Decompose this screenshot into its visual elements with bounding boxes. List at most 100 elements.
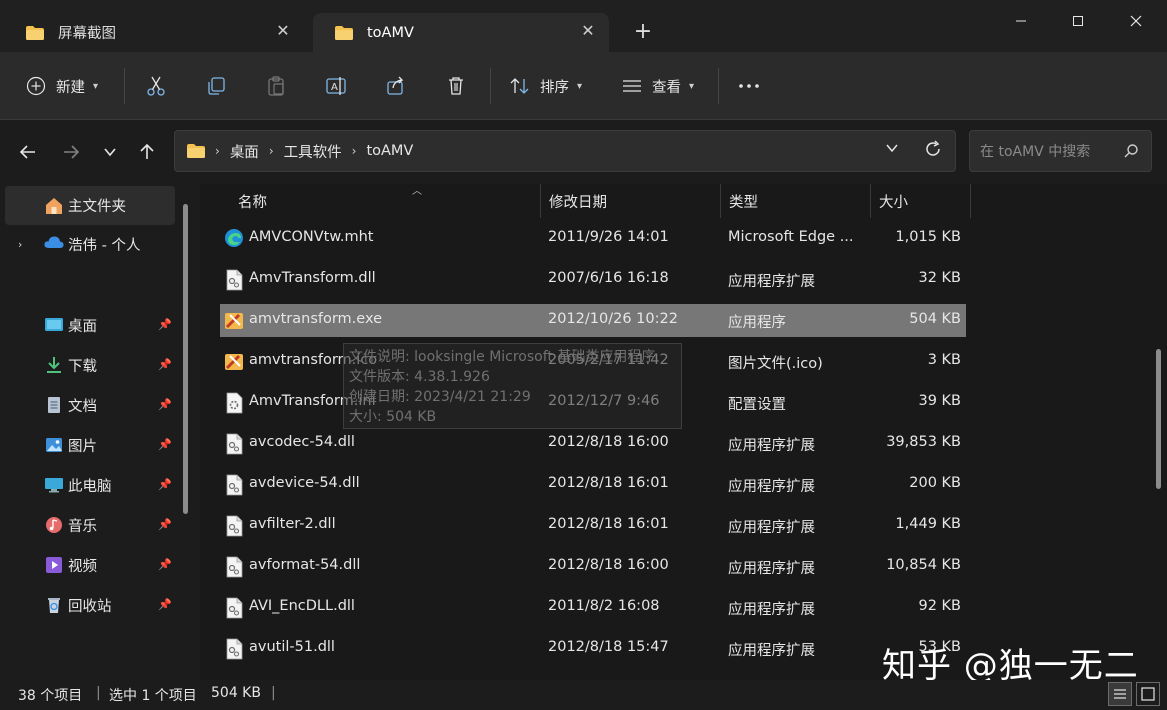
- copy-icon: [208, 77, 225, 95]
- view-button[interactable]: 查看 ▾: [621, 70, 694, 102]
- breadcrumb-desktop[interactable]: 桌面: [230, 141, 259, 162]
- svg-text:A: A: [331, 82, 338, 93]
- search-input[interactable]: 在 toAMV 中搜索: [969, 130, 1152, 172]
- chevron-right-icon[interactable]: ›: [18, 238, 22, 251]
- file-row[interactable]: AVI_EncDLL.dll 2011/8/2 16:08 应用程序扩展 92 KB: [220, 591, 966, 624]
- file-row[interactable]: AMVCONVtw.mht 2011/9/26 14:01 Microsoft Ed…: [220, 222, 966, 255]
- desktop-icon: [44, 316, 63, 334]
- sort-icon: [510, 78, 529, 94]
- file-name: AVI_EncDLL.dll: [249, 598, 355, 614]
- document-icon: [44, 396, 62, 414]
- minimize-button[interactable]: [998, 6, 1044, 36]
- more-options-button[interactable]: [738, 70, 760, 102]
- file-date: 2012/8/18 16:01: [548, 516, 669, 532]
- file-row[interactable]: avdevice-54.dll 2012/8/18 16:01 应用程序扩展 200 …: [220, 468, 966, 501]
- paste-button[interactable]: [265, 70, 287, 102]
- column-header-name[interactable]: ︿ 名称: [230, 184, 541, 218]
- breadcrumb-tools[interactable]: 工具软件: [284, 141, 342, 162]
- folder-icon: [187, 144, 205, 158]
- dll-icon: [224, 474, 244, 496]
- plus-circle-icon: [26, 76, 46, 96]
- chevron-down-icon: ▾: [689, 80, 695, 92]
- close-tab-icon[interactable]: ✕: [274, 22, 292, 40]
- file-row[interactable]: amvtransform.exe 2012/10/26 10:22 应用程序 504 …: [220, 304, 966, 337]
- maximize-button[interactable]: [1055, 6, 1101, 36]
- rename-button[interactable]: A: [325, 70, 347, 102]
- sidebar-item-music[interactable]: 音乐 📌: [14, 507, 176, 543]
- sidebar-item-documents[interactable]: 文档 📌: [14, 387, 176, 423]
- forward-button[interactable]: [57, 138, 85, 166]
- search-placeholder: 在 toAMV 中搜索: [980, 144, 1091, 160]
- breadcrumb-toamv[interactable]: toAMV: [366, 143, 413, 159]
- content-scrollbar[interactable]: [1156, 349, 1161, 489]
- dll-icon: [224, 638, 244, 660]
- copy-button[interactable]: [205, 70, 227, 102]
- new-button[interactable]: 新建 ▾: [26, 70, 98, 102]
- delete-button[interactable]: [445, 70, 467, 102]
- recent-locations-button[interactable]: [96, 138, 124, 166]
- sidebar-item-videos[interactable]: 视频 📌: [14, 547, 176, 583]
- selection-size: 504 KB: [211, 685, 261, 701]
- refresh-button[interactable]: [923, 139, 943, 163]
- column-header-type[interactable]: 类型: [721, 184, 871, 218]
- tab-toamv[interactable]: toAMV ✕: [313, 13, 609, 52]
- file-row[interactable]: avformat-54.dll 2012/8/18 16:00 应用程序扩展 10,8…: [220, 550, 966, 583]
- close-tab-icon[interactable]: ✕: [579, 22, 597, 40]
- dll-icon: [224, 269, 244, 291]
- file-type: 应用程序扩展: [728, 479, 815, 495]
- sidebar-item-label: 浩伟 - 个人: [68, 237, 141, 254]
- share-icon: [387, 76, 404, 95]
- tiles-view-button[interactable]: [1136, 682, 1160, 706]
- share-button[interactable]: [385, 70, 407, 102]
- up-button[interactable]: [133, 138, 161, 166]
- view-list-icon: [623, 80, 641, 92]
- pin-icon[interactable]: 📌: [158, 598, 172, 611]
- file-type: 应用程序扩展: [728, 643, 815, 659]
- file-row[interactable]: avfilter-2.dll 2012/8/18 16:01 应用程序扩展 1,449…: [220, 509, 966, 542]
- column-header-size[interactable]: 大小: [871, 184, 971, 218]
- maximize-icon: [1073, 16, 1083, 26]
- pin-icon[interactable]: 📌: [158, 518, 172, 531]
- new-tab-button[interactable]: +: [632, 20, 654, 44]
- toolbar-divider: [124, 68, 125, 104]
- sort-button[interactable]: 排序 ▾: [509, 70, 582, 102]
- file-size: 1,015 KB: [895, 229, 961, 245]
- sidebar-item-downloads[interactable]: 下载 📌: [14, 347, 176, 383]
- file-type: 应用程序扩展: [728, 602, 815, 618]
- pin-icon[interactable]: 📌: [158, 318, 172, 331]
- file-row[interactable]: avutil-51.dll 2012/8/18 15:47 应用程序扩展 53 KB: [220, 632, 966, 665]
- cut-button[interactable]: [145, 70, 167, 102]
- pin-icon[interactable]: 📌: [158, 358, 172, 371]
- pin-icon[interactable]: 📌: [158, 398, 172, 411]
- tab-label: 屏幕截图: [58, 26, 116, 42]
- column-header-date[interactable]: 修改日期: [541, 184, 721, 218]
- sort-label: 排序: [540, 79, 569, 96]
- close-window-button[interactable]: [1113, 6, 1159, 36]
- back-button[interactable]: [14, 138, 42, 166]
- sidebar-item-home[interactable]: 主文件夹: [5, 186, 175, 225]
- details-view-button[interactable]: [1108, 682, 1132, 706]
- tab-screenshots[interactable]: 屏幕截图 ✕: [4, 13, 304, 52]
- sidebar-item-this-pc[interactable]: 此电脑 📌: [14, 467, 176, 503]
- address-history-button[interactable]: [885, 141, 899, 159]
- file-type: 配置设置: [728, 397, 786, 413]
- sidebar-item-pictures[interactable]: 图片 📌: [14, 427, 176, 463]
- file-row[interactable]: avcodec-54.dll 2012/8/18 16:00 应用程序扩展 39,85…: [220, 427, 966, 460]
- file-size: 32 KB: [918, 270, 961, 286]
- sidebar-item-onedrive[interactable]: › 浩伟 - 个人: [14, 226, 176, 262]
- pin-icon[interactable]: 📌: [158, 558, 172, 571]
- address-bar[interactable]: › 桌面 › 工具软件 › toAMV: [174, 130, 956, 172]
- details-view-icon: [1114, 689, 1126, 699]
- item-count: 38 个项目: [18, 688, 83, 704]
- sidebar-item-recycle-bin[interactable]: 回收站 📌: [14, 587, 176, 623]
- sidebar-item-label: 图片: [68, 438, 97, 455]
- pin-icon[interactable]: 📌: [158, 478, 172, 491]
- pin-icon[interactable]: 📌: [158, 438, 172, 451]
- file-row[interactable]: AmvTransform.dll 2007/6/16 16:18 应用程序扩展 32 …: [220, 263, 966, 296]
- sidebar-scrollbar[interactable]: [183, 204, 188, 514]
- pictures-icon: [44, 436, 62, 454]
- sidebar-item-desktop[interactable]: 桌面 📌: [14, 307, 176, 343]
- computer-icon: [44, 476, 63, 494]
- column-header-label: 大小: [879, 194, 908, 211]
- file-date: 2007/6/16 16:18: [548, 270, 669, 286]
